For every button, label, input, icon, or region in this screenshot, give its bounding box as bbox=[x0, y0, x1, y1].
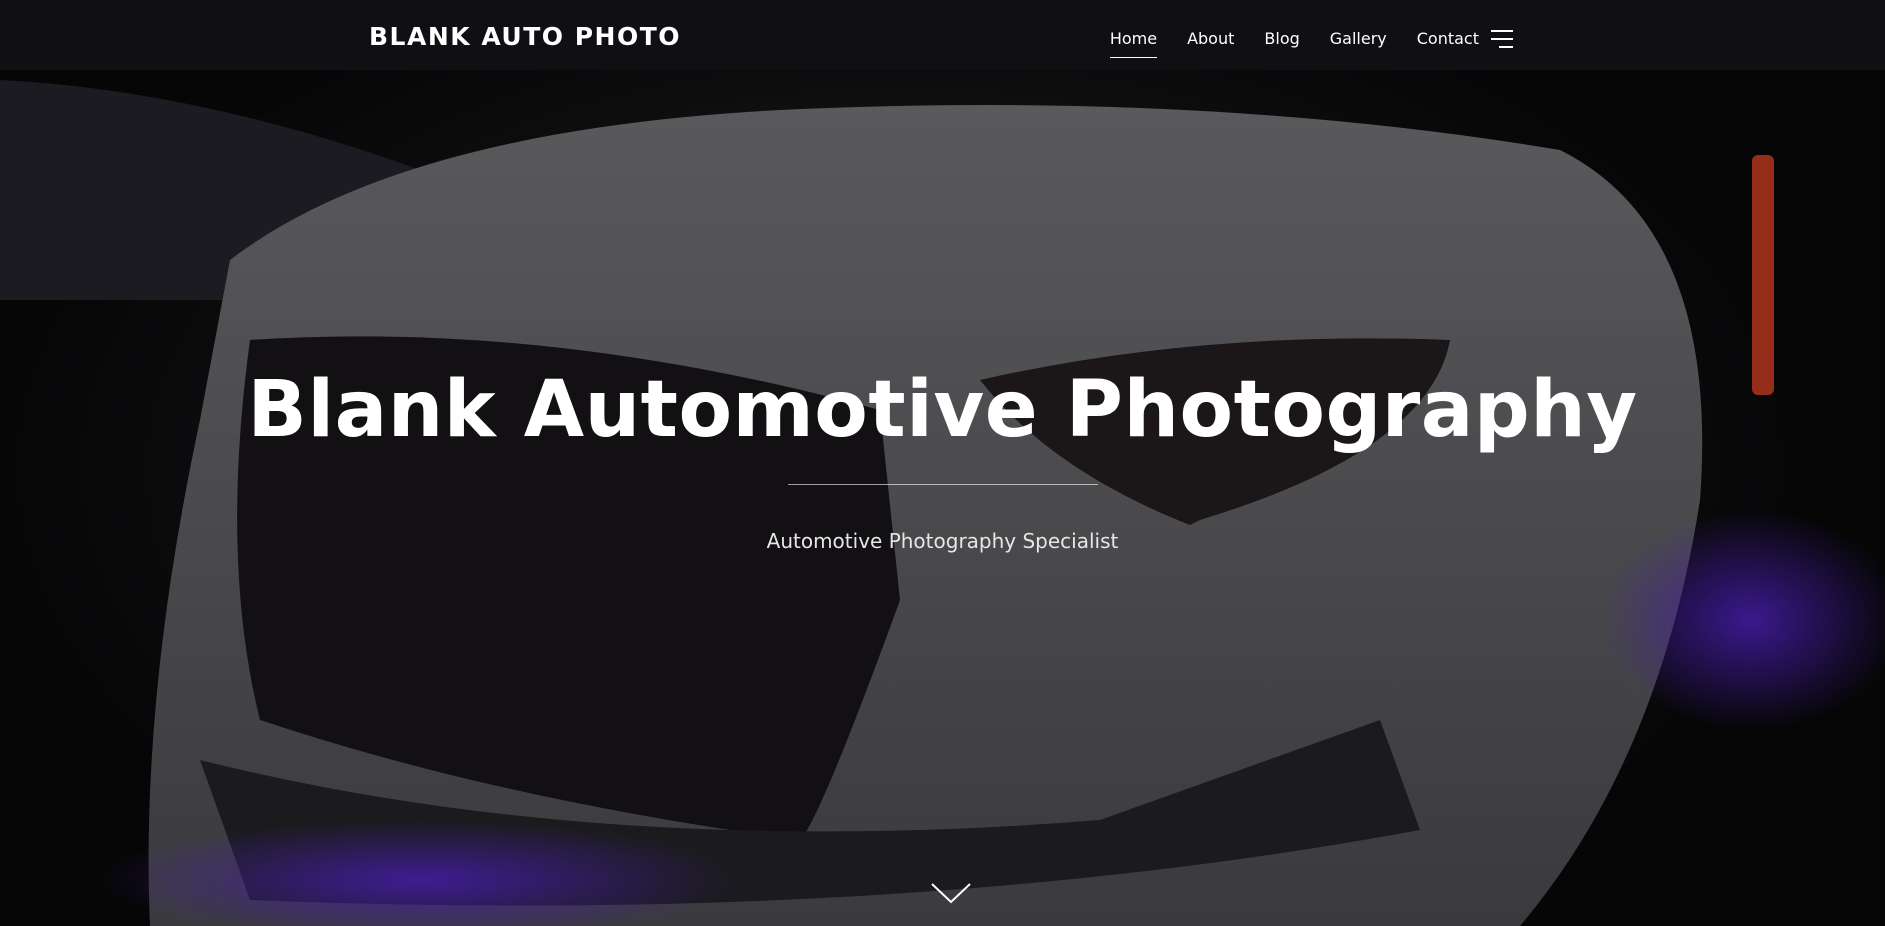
nav-contact-link[interactable]: Contact bbox=[1417, 26, 1479, 52]
hero-divider bbox=[787, 484, 1098, 485]
hamburger-menu-icon[interactable] bbox=[1491, 30, 1513, 48]
hero-title: Blank Automotive Photography bbox=[247, 365, 1638, 455]
nav-blog-link[interactable]: Blog bbox=[1264, 26, 1299, 52]
site-header: BLANK AUTO PHOTO Home About Blog Gallery… bbox=[0, 0, 1885, 78]
nav-about-link[interactable]: About bbox=[1187, 26, 1234, 52]
hero-section: BLANK AUTO PHOTO Home About Blog Gallery… bbox=[0, 0, 1885, 926]
main-navigation: Home About Blog Gallery Contact bbox=[1109, 26, 1513, 58]
site-title-link[interactable]: BLANK AUTO PHOTO bbox=[369, 22, 681, 51]
nav-home-link[interactable]: Home bbox=[1109, 26, 1158, 58]
chevron-down-icon[interactable] bbox=[930, 882, 972, 904]
hero-content: Blank Automotive Photography Automotive … bbox=[0, 360, 1885, 553]
hero-subtitle: Automotive Photography Specialist bbox=[766, 529, 1119, 553]
nav-gallery-link[interactable]: Gallery bbox=[1330, 26, 1387, 52]
